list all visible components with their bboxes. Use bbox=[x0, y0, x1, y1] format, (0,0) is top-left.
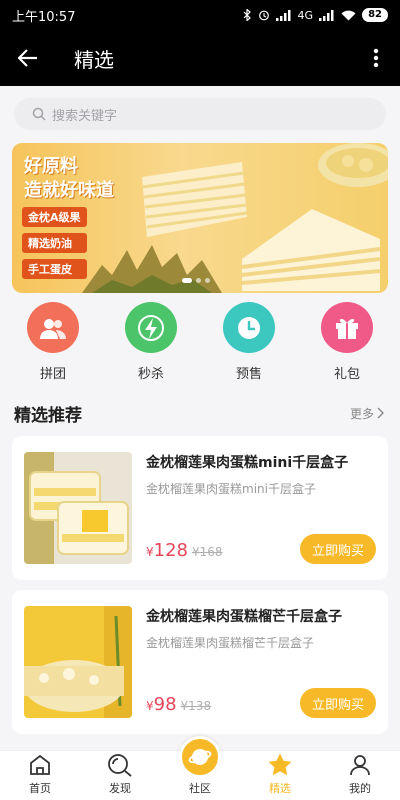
star-icon bbox=[267, 752, 293, 778]
chevron-right-icon bbox=[377, 407, 384, 419]
nav-item-discover[interactable]: 发现 bbox=[80, 750, 160, 800]
main-content: 搜索关键字 好原料 造就好味道 金枕A级果 精选奶油 手工蛋皮 拼团 秒杀 预售… bbox=[0, 86, 400, 750]
product-price: ¥98 bbox=[146, 694, 177, 715]
nav-item-home[interactable]: 首页 bbox=[0, 750, 80, 800]
gift-icon bbox=[321, 302, 373, 353]
signal-icon bbox=[275, 9, 291, 21]
crepe-cake-slice-image bbox=[241, 209, 381, 291]
original-price: ¥168 bbox=[192, 545, 223, 559]
clock-icon bbox=[223, 302, 275, 353]
home-icon bbox=[28, 752, 52, 778]
buy-now-button[interactable]: 立即购买 bbox=[300, 534, 376, 564]
nav-item-profile[interactable]: 我的 bbox=[320, 750, 400, 800]
discover-icon bbox=[107, 752, 133, 778]
section-header: 精选推荐 更多 bbox=[0, 398, 400, 428]
currency-symbol: ¥ bbox=[146, 545, 154, 559]
banner-tags: 金枕A级果 精选奶油 手工蛋皮 bbox=[22, 207, 87, 279]
search-icon bbox=[32, 107, 46, 121]
status-bar: 上午10:57 4G 82 bbox=[0, 0, 400, 30]
product-title: 金枕榴莲果肉蛋糕榴芒千层盒子 bbox=[146, 609, 342, 625]
status-time: 上午10:57 bbox=[12, 9, 76, 25]
category-label: 礼包 bbox=[333, 367, 360, 382]
banner-tag: 金枕A级果 bbox=[22, 207, 87, 227]
search-placeholder: 搜索关键字 bbox=[52, 108, 118, 124]
category-gift-pack[interactable]: 礼包 bbox=[302, 302, 392, 382]
product-image bbox=[24, 452, 132, 564]
overflow-menu-button[interactable] bbox=[352, 30, 400, 86]
nav-item-featured[interactable]: 精选 bbox=[240, 750, 320, 800]
network-type: 4G bbox=[297, 8, 314, 22]
carousel-dot bbox=[205, 278, 210, 283]
bluetooth-icon bbox=[243, 9, 251, 21]
profile-icon bbox=[348, 752, 372, 778]
carousel-indicator bbox=[182, 278, 210, 283]
category-group-buy[interactable]: 拼团 bbox=[8, 302, 98, 382]
product-card[interactable]: 金枕榴莲果肉蛋糕mini千层盒子 金枕榴莲果肉蛋糕mini千层盒子 ¥128 ¥… bbox=[12, 436, 388, 580]
carousel-dot bbox=[182, 278, 192, 283]
search-input[interactable]: 搜索关键字 bbox=[14, 98, 386, 130]
signal-icon bbox=[319, 9, 334, 21]
battery-indicator: 82 bbox=[362, 8, 388, 22]
carousel-dot bbox=[196, 278, 201, 283]
page-title: 精选 bbox=[74, 47, 114, 72]
price-value: 128 bbox=[153, 540, 188, 561]
nav-label: 精选 bbox=[269, 782, 291, 795]
product-image bbox=[24, 606, 132, 718]
nav-label: 首页 bbox=[29, 782, 51, 795]
category-flash-sale[interactable]: 秒杀 bbox=[106, 302, 196, 382]
nav-label: 发现 bbox=[109, 782, 131, 795]
banner-headline: 好原料 造就好味道 bbox=[24, 155, 114, 203]
price-value: 98 bbox=[153, 694, 177, 715]
alarm-icon bbox=[258, 10, 269, 21]
community-icon bbox=[179, 736, 221, 778]
category-label: 拼团 bbox=[39, 367, 66, 382]
banner-tag: 精选奶油 bbox=[22, 233, 87, 253]
promo-banner[interactable]: 好原料 造就好味道 金枕A级果 精选奶油 手工蛋皮 bbox=[12, 143, 388, 293]
product-subtitle: 金枕榴莲果肉蛋糕mini千层盒子 bbox=[146, 482, 316, 496]
price-row: ¥98 ¥138 bbox=[146, 694, 211, 715]
more-link-label: 更多 bbox=[349, 406, 374, 421]
durian-bowl-image bbox=[318, 143, 388, 187]
category-label: 秒杀 bbox=[137, 367, 164, 382]
product-subtitle: 金枕榴莲果肉蛋糕榴芒千层盒子 bbox=[146, 636, 315, 650]
nav-label: 社区 bbox=[189, 782, 211, 795]
original-price: ¥138 bbox=[180, 699, 212, 713]
more-vertical-icon bbox=[373, 48, 379, 68]
banner-headline-line1: 好原料 bbox=[24, 156, 78, 177]
category-presale[interactable]: 预售 bbox=[204, 302, 294, 382]
product-card[interactable]: 金枕榴莲果肉蛋糕榴芒千层盒子 金枕榴莲果肉蛋糕榴芒千层盒子 ¥98 ¥138 立… bbox=[12, 590, 388, 734]
durian-image bbox=[82, 245, 222, 293]
bottom-nav: 首页 发现 社区 精选 我的 bbox=[0, 736, 400, 800]
status-indicators: 4G 82 bbox=[242, 8, 388, 22]
product-price: ¥128 bbox=[146, 540, 188, 561]
back-arrow-icon bbox=[18, 49, 37, 67]
nav-label: 我的 bbox=[349, 782, 371, 795]
banner-headline-line2: 造就好味道 bbox=[24, 180, 114, 201]
nav-item-community[interactable]: 社区 bbox=[160, 736, 240, 800]
buy-now-button[interactable]: 立即购买 bbox=[300, 688, 376, 718]
product-title: 金枕榴莲果肉蛋糕mini千层盒子 bbox=[146, 455, 349, 471]
wifi-icon bbox=[341, 10, 356, 20]
more-link[interactable]: 更多 bbox=[350, 405, 384, 422]
currency-symbol: ¥ bbox=[146, 699, 154, 713]
banner-tag: 手工蛋皮 bbox=[22, 259, 87, 279]
category-row: 拼团 秒杀 预售 礼包 bbox=[0, 302, 400, 382]
back-button[interactable] bbox=[0, 30, 56, 86]
app-bar: 精选 bbox=[0, 30, 400, 86]
lightning-icon bbox=[125, 302, 177, 353]
category-label: 预售 bbox=[235, 367, 262, 382]
section-title: 精选推荐 bbox=[14, 405, 82, 426]
price-row: ¥128 ¥168 bbox=[146, 540, 223, 561]
group-icon bbox=[27, 302, 79, 353]
